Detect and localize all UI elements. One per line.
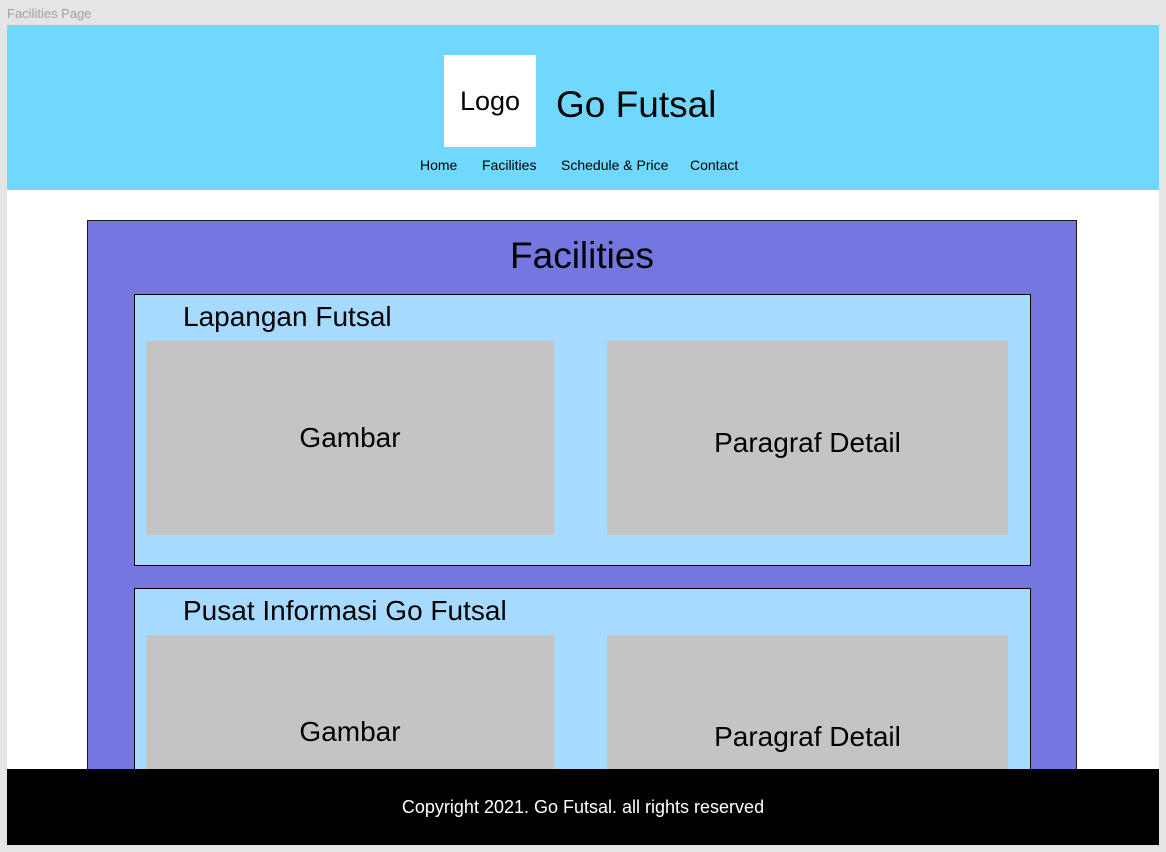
logo-label: Logo — [459, 85, 521, 116]
section-title: Facilities — [510, 235, 654, 276]
facilities-section: Facilities Lapangan Futsal Gambar Paragr… — [87, 220, 1077, 845]
frame-label: Facilities Page — [7, 6, 92, 21]
image-label: Gambar — [299, 422, 401, 453]
detail-label: Paragraf Detail — [714, 427, 901, 458]
copyright-text: Copyright 2021. Go Futsal. all rights re… — [401, 796, 765, 817]
detail-label: Paragraf Detail — [714, 721, 901, 752]
image-placeholder: Gambar — [146, 341, 554, 535]
site-footer: Copyright 2021. Go Futsal. all rights re… — [7, 769, 1159, 845]
detail-paragraph-placeholder: Paragraf Detail — [607, 341, 1008, 535]
nav-item-contact[interactable]: Contact — [690, 157, 738, 173]
card-title: Lapangan Futsal — [183, 301, 392, 332]
image-label: Gambar — [299, 716, 401, 747]
nav-item-schedule-price[interactable]: Schedule & Price — [561, 157, 668, 173]
logo-placeholder[interactable]: Logo — [444, 55, 536, 147]
page-frame: Logo Go Futsal Home Facilities Schedule … — [7, 25, 1159, 845]
site-title: Go Futsal — [556, 84, 717, 125]
facility-card-lapangan: Lapangan Futsal Gambar Paragraf Detail — [134, 294, 1031, 566]
main-nav: Home Facilities Schedule & Price Contact — [7, 157, 1159, 177]
card-title: Pusat Informasi Go Futsal — [183, 595, 507, 626]
nav-item-facilities[interactable]: Facilities — [482, 157, 536, 173]
nav-item-home[interactable]: Home — [420, 157, 457, 173]
site-header: Logo Go Futsal Home Facilities Schedule … — [7, 25, 1159, 190]
